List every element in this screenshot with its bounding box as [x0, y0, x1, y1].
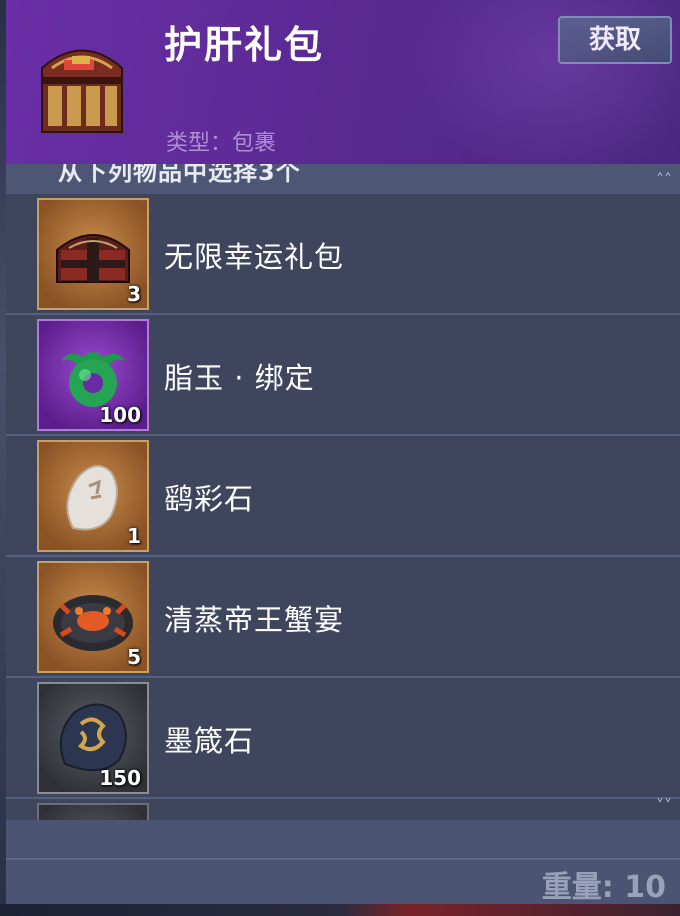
selection-instruction: 从下列物品中选择3个	[58, 164, 301, 186]
double-chevron-up-icon[interactable]: ˄˄	[656, 170, 672, 189]
item-name: 鹞彩石	[164, 482, 255, 516]
package-title: 护肝礼包	[164, 23, 325, 67]
item-quantity: 150	[99, 766, 141, 790]
weight-label: 重量: 10	[541, 870, 666, 905]
item-name: 墨箴石	[164, 724, 255, 758]
item-name: 脂玉 · 绑定	[164, 361, 315, 395]
item-name: 清蒸帝王蟹宴	[164, 603, 345, 637]
item-detail-panel: 护肝礼包 获取 类型：包裹 从下列物品中选择3个 ˄˄ 3 无限幸运礼包 100…	[6, 0, 680, 905]
list-item-partial[interactable]	[6, 799, 680, 820]
list-item[interactable]: 1 鹞彩石	[6, 436, 680, 557]
item-quantity: 100	[99, 403, 141, 427]
item-name: 无限幸运礼包	[164, 240, 345, 274]
item-quantity: 3	[127, 282, 141, 306]
footer-divider	[6, 858, 680, 860]
panel-footer: 重量: 10	[6, 820, 680, 905]
item-type-label: 类型：包裹	[166, 131, 277, 156]
selection-header: 从下列物品中选择3个 ˄˄	[6, 164, 680, 194]
item-slot[interactable]: 1	[37, 440, 149, 552]
item-quantity: 5	[127, 645, 141, 669]
list-item[interactable]: 100 脂玉 · 绑定	[6, 315, 680, 436]
item-slot[interactable]: 3	[37, 198, 149, 310]
reward-item-list[interactable]: 3 无限幸运礼包 100 脂玉 · 绑定 1 鹞彩石 5 清蒸帝王蟹宴 150 …	[6, 194, 680, 820]
list-item[interactable]: 3 无限幸运礼包	[6, 194, 680, 315]
item-slot[interactable]: 5	[37, 561, 149, 673]
list-item[interactable]: 5 清蒸帝王蟹宴	[6, 557, 680, 678]
item-slot[interactable]	[37, 803, 149, 820]
item-slot[interactable]: 100	[37, 319, 149, 431]
panel-header: 护肝礼包 获取 类型：包裹	[6, 0, 680, 164]
get-button[interactable]: 获取	[558, 16, 672, 64]
double-chevron-down-icon[interactable]: ˅˅	[656, 796, 672, 815]
item-slot[interactable]: 150	[37, 682, 149, 794]
item-quantity: 1	[127, 524, 141, 548]
treasure-chest-icon	[41, 49, 123, 133]
list-item[interactable]: 150 墨箴石	[6, 678, 680, 799]
